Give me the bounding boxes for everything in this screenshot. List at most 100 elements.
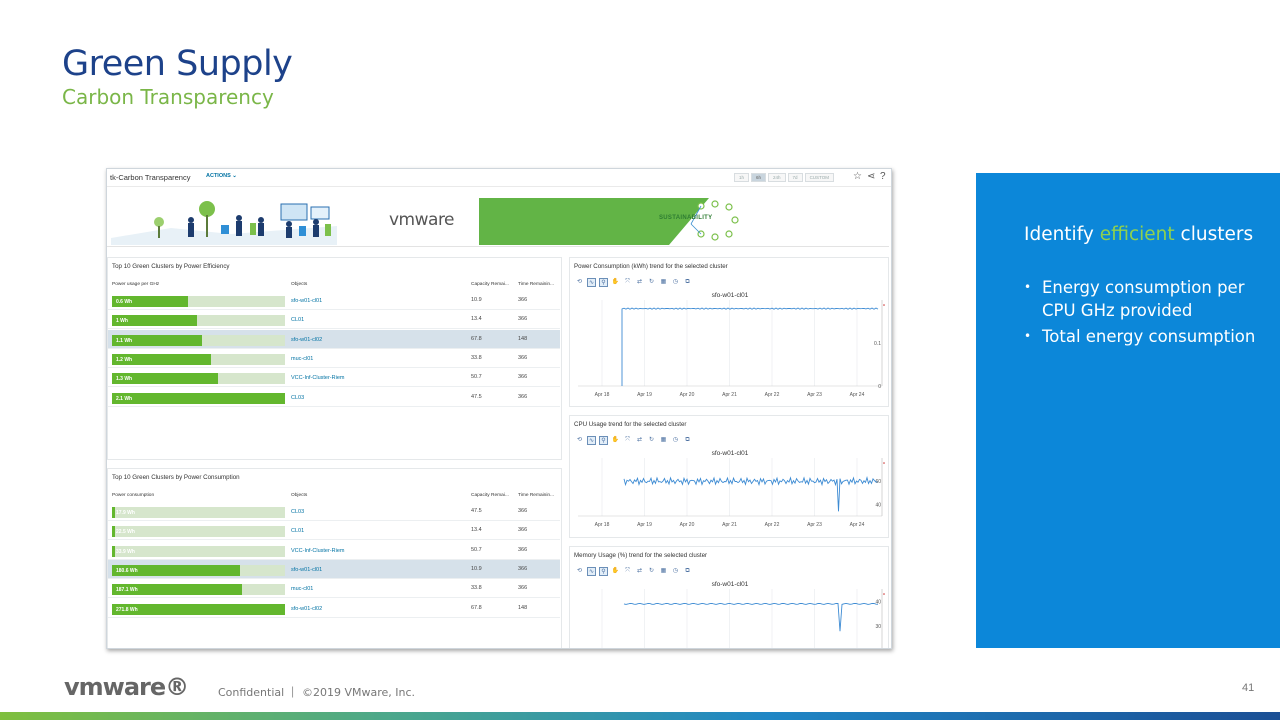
- object-link[interactable]: VCC-Inf-Cluster-Riem: [291, 548, 344, 554]
- y-tick-label: 30: [875, 624, 881, 630]
- sustainability-banner: [479, 198, 889, 245]
- capacity-value: 47.5: [471, 508, 482, 514]
- power-value: 271.8 Wh: [116, 606, 138, 613]
- time-button-6h[interactable]: 6h: [751, 173, 767, 182]
- power-value: 0.6 Wh: [116, 299, 133, 305]
- time-button-custom[interactable]: CUSTOM: [804, 173, 834, 182]
- time-button-7d[interactable]: 7d: [787, 173, 803, 182]
- power-bar: 0.6 Wh: [112, 296, 285, 307]
- capacity-value: 13.4: [471, 527, 482, 534]
- table-row[interactable]: 180.6 Wh sfo-w01-cl01 10.9 366: [108, 559, 560, 579]
- callout-bullets: Energy consumption per CPU GHz provided …: [1024, 276, 1264, 351]
- power-bar: 17.9 Wh: [112, 507, 285, 518]
- callout-heading: Identify efficient clusters: [1024, 222, 1264, 248]
- consumption-table-title: Top 10 Green Clusters by Power Consumpti…: [112, 474, 240, 481]
- column-header-objects[interactable]: Objects: [291, 493, 307, 498]
- actions-menu[interactable]: ACTIONS ⌄: [206, 173, 237, 179]
- max-marker: [883, 593, 885, 595]
- power-value: 2.1 Wh: [116, 395, 133, 402]
- column-header-capacity[interactable]: Capacity Remai...: [471, 282, 509, 287]
- efficiency-table-title: Top 10 Green Clusters by Power Efficienc…: [112, 263, 230, 270]
- power-value: 1.1 Wh: [116, 337, 133, 344]
- object-link[interactable]: sfo-w01-cl02: [291, 606, 322, 612]
- power-bar: 33.9 Wh: [112, 545, 285, 557]
- cpu-chart[interactable]: Apr 18 Apr 19 Apr 20 Apr 21 Apr 22 Apr 23 Apr …: [570, 416, 890, 539]
- object-link[interactable]: CL01: [291, 528, 304, 534]
- power-bar: 22.5 Wh: [112, 526, 285, 538]
- table-row[interactable]: 1.2 Wh muc-cl01 33.8 366: [108, 349, 560, 368]
- dashboard-banner: vmware SUSTAINABILITY: [107, 196, 889, 247]
- x-tick-label: Apr 18: [595, 392, 610, 398]
- time-value: 366: [518, 393, 528, 400]
- table-row[interactable]: 33.9 Wh VCC-Inf-Cluster-Riem 50.7 366: [108, 541, 560, 560]
- table-row[interactable]: 1.3 Wh VCC-Inf-Cluster-Riem 50.7 366: [108, 368, 560, 388]
- power-bar-fill: [112, 603, 285, 615]
- x-tick-label: Apr 23: [807, 392, 822, 398]
- x-tick-label: Apr 22: [765, 392, 780, 398]
- table-row[interactable]: 1.1 Wh sfo-w01-cl02 67.8 148: [108, 329, 560, 349]
- column-header-time[interactable]: Time Remainin...: [518, 282, 554, 287]
- object-link[interactable]: CL03: [291, 395, 304, 401]
- object-link[interactable]: CL01: [291, 317, 304, 323]
- sustainability-label: SUSTAINABILITY: [659, 215, 713, 221]
- series-line: [623, 602, 879, 632]
- capacity-value: 67.8: [471, 604, 482, 611]
- capacity-value: 10.9: [471, 565, 482, 572]
- capacity-value: 67.8: [471, 335, 482, 342]
- time-value: 366: [518, 297, 528, 303]
- memory-chart[interactable]: 403020: [570, 547, 890, 649]
- object-link[interactable]: sfo-w01-cl02: [291, 337, 322, 343]
- capacity-value: 13.4: [471, 316, 482, 323]
- object-link[interactable]: muc-cl01: [291, 586, 313, 592]
- table-row[interactable]: 271.8 Wh sfo-w01-cl02 67.8 148: [108, 599, 560, 618]
- time-button-24h[interactable]: 24h: [768, 173, 786, 182]
- time-value: 366: [518, 585, 528, 592]
- max-marker: [883, 304, 885, 306]
- callout-bullet: Energy consumption per CPU GHz provided: [1024, 276, 1264, 322]
- object-link[interactable]: CL03: [291, 509, 304, 515]
- column-header-capacity[interactable]: Capacity Remai...: [471, 493, 509, 498]
- object-link[interactable]: muc-cl01: [291, 356, 313, 362]
- efficiency-table-panel: Top 10 Green Clusters by Power Efficienc…: [107, 257, 562, 460]
- dashboard-title: tk-Carbon Transparency: [110, 173, 191, 182]
- share-icon[interactable]: ⋖: [867, 171, 875, 182]
- table-row[interactable]: 22.5 Wh CL01 13.4 366: [108, 521, 560, 541]
- column-header-objects[interactable]: Objects: [291, 282, 307, 287]
- table-row[interactable]: 0.6 Wh sfo-w01-cl01 10.9 366: [108, 291, 560, 310]
- cpu-chart-panel: CPU Usage trend for the selected cluster…: [569, 415, 889, 538]
- star-icon[interactable]: ☆: [853, 171, 862, 182]
- power-bar: 1.1 Wh: [112, 334, 285, 346]
- column-header-power[interactable]: Power consumption: [112, 493, 154, 498]
- time-value: 366: [518, 527, 528, 534]
- people-illustration-icon: [111, 198, 337, 245]
- time-value: 366: [518, 508, 528, 514]
- object-link[interactable]: sfo-w01-cl01: [291, 298, 322, 304]
- max-marker: [883, 462, 885, 464]
- object-link[interactable]: sfo-w01-cl01: [291, 567, 322, 573]
- object-link[interactable]: VCC-Inf-Cluster-Riem: [291, 375, 344, 381]
- series-line: [623, 475, 878, 512]
- table-row[interactable]: 17.9 Wh CL03 47.5 366: [108, 502, 560, 521]
- capacity-value: 10.9: [471, 297, 482, 303]
- x-tick-label: Apr 19: [637, 392, 652, 398]
- power-value: 1.2 Wh: [116, 356, 133, 363]
- consumption-table-panel: Top 10 Green Clusters by Power Consumpti…: [107, 468, 562, 648]
- table-row[interactable]: 1 Wh CL01 13.4 366: [108, 310, 560, 330]
- help-icon[interactable]: ?: [880, 171, 886, 182]
- x-tick-label: Apr 21: [722, 392, 737, 398]
- column-header-power[interactable]: Power usage per GHz: [112, 282, 159, 287]
- time-button-1h[interactable]: 1h: [734, 173, 750, 182]
- power-bar-fill: [112, 392, 285, 404]
- callout-bullet: Total energy consumption: [1024, 325, 1264, 348]
- table-row[interactable]: 187.1 Wh muc-cl01 33.8 366: [108, 579, 560, 599]
- footer-gradient-strip: [0, 712, 1280, 720]
- table-row[interactable]: 2.1 Wh CL03 47.5 366: [108, 388, 560, 407]
- column-header-time[interactable]: Time Remainin...: [518, 493, 554, 498]
- x-tick-label: Apr 19: [637, 522, 652, 528]
- time-value: 366: [518, 354, 528, 361]
- time-value: 148: [518, 604, 528, 611]
- power-chart[interactable]: Apr 18 Apr 19 Apr 20 Apr 21 Apr 22 Apr 23 Apr …: [570, 258, 890, 408]
- power-bar: 1.2 Wh: [112, 353, 285, 365]
- y-tick-label: 40: [875, 502, 881, 508]
- dashboard-header: tk-Carbon Transparency ACTIONS ⌄ 1h 6h 2…: [107, 169, 891, 187]
